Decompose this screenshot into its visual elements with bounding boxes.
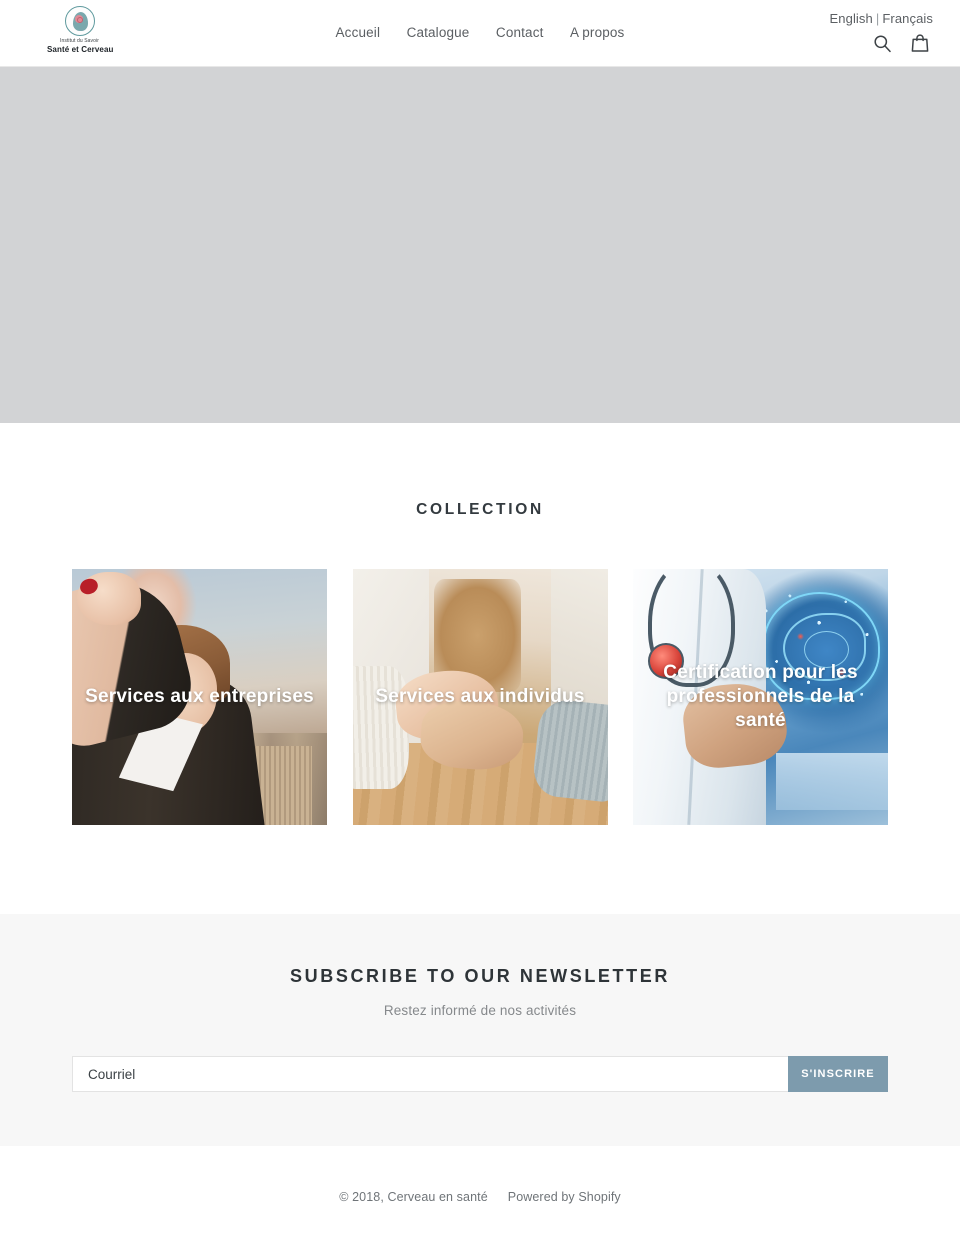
newsletter-subscribe-button[interactable]: S'INSCRIRE	[788, 1056, 888, 1092]
collection-card-certification[interactable]: Certification pour les professionnels de…	[633, 569, 888, 825]
site-footer: © 2018, Cerveau en santé Powered by Shop…	[0, 1146, 960, 1248]
search-icon[interactable]	[873, 33, 892, 53]
language-switcher: English | Français	[830, 11, 933, 26]
newsletter-email-input[interactable]	[72, 1056, 788, 1092]
brain-icon	[75, 15, 84, 23]
collection-section: COLLECTION Services aux entreprises Serv…	[0, 423, 960, 825]
newsletter-subtitle: Restez informé de nos activités	[383, 1003, 577, 1018]
footer-powered-by-shopify[interactable]: Powered by Shopify	[508, 1190, 621, 1204]
nav-item-accueil[interactable]: Accueil	[336, 23, 381, 42]
collection-card-individus[interactable]: Services aux individus	[352, 569, 608, 825]
hero-banner-placeholder	[0, 67, 960, 423]
collection-heading: COLLECTION	[416, 501, 544, 518]
header-utility-icons	[873, 33, 929, 53]
site-header: Institut du Savoir Santé et Cerveau Accu…	[0, 0, 960, 67]
logo-name: Santé et Cerveau	[47, 45, 114, 54]
footer-copyright: © 2018, Cerveau en santé	[339, 1190, 488, 1204]
card-label: Services aux individus	[375, 686, 585, 707]
language-francais[interactable]: Français	[882, 11, 933, 26]
nav-item-catalogue[interactable]: Catalogue	[407, 23, 470, 42]
newsletter-section: SUBSCRIBE TO OUR NEWSLETTER Restez infor…	[0, 914, 960, 1146]
language-separator: |	[875, 11, 880, 26]
newsletter-heading: SUBSCRIBE TO OUR NEWSLETTER	[290, 966, 670, 986]
collection-card-entreprises[interactable]: Services aux entreprises	[72, 569, 327, 825]
nav-item-contact[interactable]: Contact	[496, 23, 544, 42]
newsletter-form: S'INSCRIRE	[72, 1056, 888, 1092]
main-navigation: Accueil Catalogue Contact A propos	[0, 23, 960, 42]
language-english[interactable]: English	[830, 11, 873, 26]
nav-item-a-propos[interactable]: A propos	[570, 23, 625, 42]
shopping-bag-icon[interactable]	[910, 33, 929, 53]
collection-card-grid: Services aux entreprises Services aux in…	[0, 569, 960, 825]
card-label: Services aux entreprises	[85, 686, 314, 707]
card-label: Certification pour les professionnels de…	[663, 662, 858, 731]
footer-content: © 2018, Cerveau en santé Powered by Shop…	[339, 1190, 621, 1204]
